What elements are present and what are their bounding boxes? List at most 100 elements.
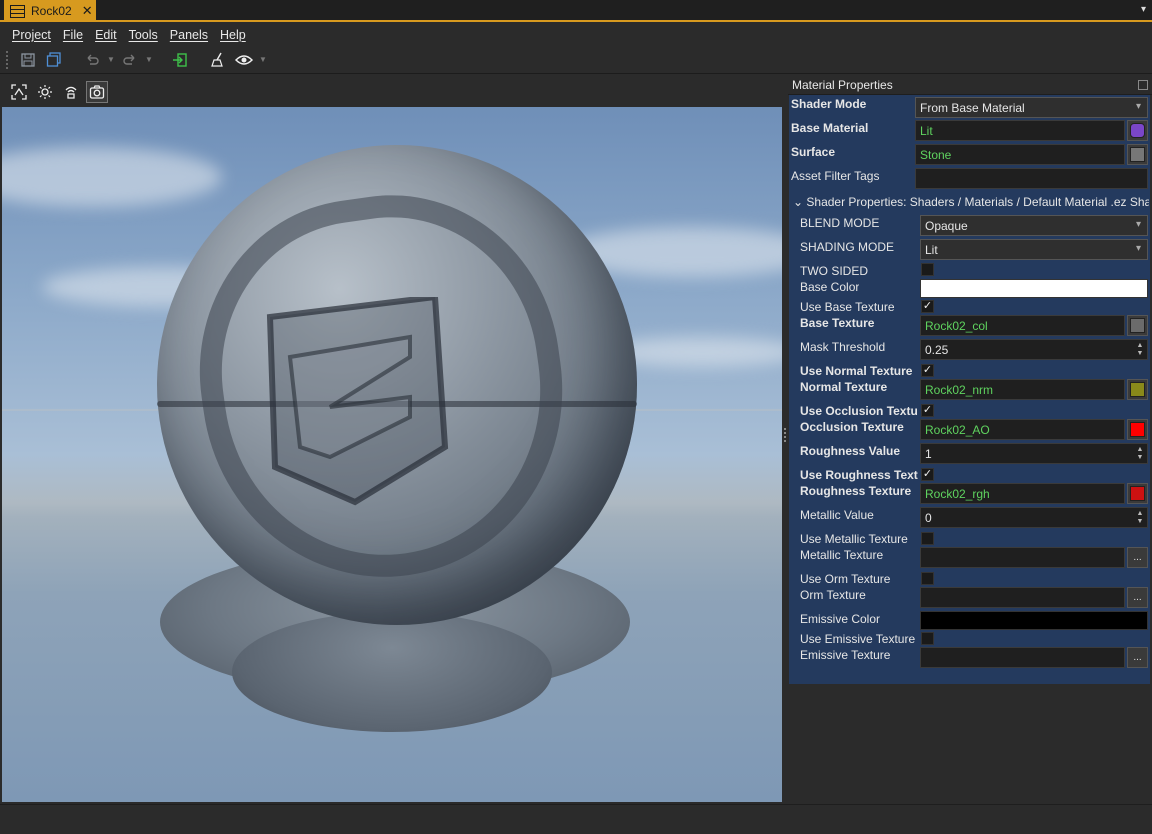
undo-icon[interactable] (81, 49, 103, 71)
export-icon[interactable] (169, 49, 191, 71)
engine-logo-emblem (266, 297, 449, 506)
shading-mode-label: SHADING MODE (800, 240, 895, 254)
two-sided-checkbox[interactable] (921, 263, 934, 276)
save-all-icon[interactable] (43, 49, 65, 71)
emissive-color-swatch[interactable] (920, 611, 1148, 630)
use-metallic-texture-checkbox[interactable] (921, 532, 934, 545)
roughness-value-input[interactable]: 1 ▲ ▼ (920, 443, 1148, 464)
base-color-swatch[interactable] (920, 279, 1148, 298)
spinner-arrows-icon[interactable]: ▲ ▼ (1134, 444, 1146, 463)
cloud (2, 147, 222, 207)
use-orm-texture-label: Use Orm Texture (800, 572, 891, 586)
menu-help[interactable]: Help (214, 28, 252, 42)
main-toolbar: ▼ ▼ ▼ (0, 46, 1152, 74)
roughness-texture-field[interactable]: Rock02_rgh (920, 483, 1125, 504)
material-preview-viewport[interactable] (2, 107, 782, 802)
emissive-texture-browse-button[interactable]: ... (1127, 647, 1148, 668)
roughness-texture-picker[interactable] (1127, 483, 1148, 504)
metallic-texture-browse-button[interactable]: ... (1127, 547, 1148, 568)
roughness-value: 1 (925, 446, 932, 461)
menu-bar: Project File Edit Tools Panels Help (0, 24, 1152, 45)
properties-grid: Shader Mode From Base Material Base Mate… (789, 95, 1150, 684)
base-color-label: Base Color (800, 280, 860, 294)
render-mode-icon[interactable] (60, 81, 82, 103)
emissive-texture-label: Emissive Texture (800, 648, 891, 662)
surface-label: Surface (791, 145, 836, 159)
viewport-toolbar (2, 78, 782, 106)
use-normal-texture-checkbox[interactable]: ✓ (921, 364, 934, 377)
use-emissive-texture-label: Use Emissive Texture (800, 632, 916, 646)
use-roughness-texture-label: Use Roughness Texture (800, 468, 918, 482)
asset-filter-tags-label: Asset Filter Tags (791, 169, 880, 183)
shader-mode-label: Shader Mode (791, 97, 867, 111)
use-base-texture-checkbox[interactable]: ✓ (921, 300, 934, 313)
visibility-icon[interactable] (233, 49, 255, 71)
use-orm-texture-checkbox[interactable] (921, 572, 934, 585)
save-icon[interactable] (17, 49, 39, 71)
status-bar (0, 804, 1152, 834)
mask-threshold-input[interactable]: 0.25 ▲ ▼ (920, 339, 1148, 360)
orm-texture-field[interactable] (920, 587, 1125, 608)
base-texture-label: Base Texture (800, 316, 875, 330)
camera-focus-icon[interactable] (8, 81, 30, 103)
panel-float-icon[interactable] (1138, 80, 1148, 90)
screenshot-icon[interactable] (86, 81, 108, 103)
splitter-grip[interactable] (784, 428, 787, 442)
asset-filter-tags-field[interactable] (915, 168, 1148, 189)
document-tab[interactable]: Rock02 ✕ (4, 0, 96, 22)
emissive-texture-field[interactable] (920, 647, 1125, 668)
base-material-picker[interactable] (1127, 120, 1148, 141)
menu-tools[interactable]: Tools (123, 28, 164, 42)
orm-texture-browse-button[interactable]: ... (1127, 587, 1148, 608)
tab-list-dropdown-icon[interactable]: ▾ (1141, 4, 1146, 15)
menu-edit[interactable]: Edit (89, 28, 123, 42)
surface-picker[interactable] (1127, 144, 1148, 165)
shading-mode-select[interactable]: Lit (920, 239, 1148, 260)
surface-field[interactable]: Stone (915, 144, 1125, 165)
visibility-dropdown-icon[interactable]: ▼ (259, 55, 267, 64)
roughness-texture-label: Roughness Texture (800, 484, 912, 498)
normal-texture-field[interactable]: Rock02_nrm (920, 379, 1125, 400)
use-roughness-texture-checkbox[interactable]: ✓ (921, 468, 934, 481)
menu-file[interactable]: File (57, 28, 89, 42)
spinner-arrows-icon[interactable]: ▲ ▼ (1134, 340, 1146, 359)
undo-dropdown-icon[interactable]: ▼ (107, 55, 115, 64)
redo-icon[interactable] (119, 49, 141, 71)
base-material-field[interactable]: Lit (915, 120, 1125, 141)
tab-title: Rock02 (31, 4, 72, 18)
collapse-chevron-icon[interactable]: ⌄ (793, 195, 806, 209)
metallic-texture-field[interactable] (920, 547, 1125, 568)
use-occlusion-texture-checkbox[interactable]: ✓ (921, 404, 934, 417)
close-icon[interactable]: ✕ (82, 3, 93, 19)
use-base-texture-label: Use Base Texture (800, 300, 895, 314)
shader-properties-group-header[interactable]: ⌄ Shader Properties: Shaders / Materials… (793, 195, 1149, 209)
light-icon[interactable] (34, 81, 56, 103)
spinner-arrows-icon[interactable]: ▲ ▼ (1134, 508, 1146, 527)
metallic-value: 0 (925, 510, 932, 525)
preview-pedestal-base (232, 612, 552, 732)
panel-title: Material Properties (788, 76, 1152, 95)
shader-mode-select[interactable]: From Base Material (915, 97, 1148, 118)
document-tab-bar: Rock02 ✕ ▾ (0, 0, 1152, 22)
base-texture-picker[interactable] (1127, 315, 1148, 336)
use-emissive-texture-checkbox[interactable] (921, 632, 934, 645)
clean-icon[interactable] (207, 49, 229, 71)
texture-thumbnail-icon (1130, 486, 1145, 501)
base-texture-field[interactable]: Rock02_col (920, 315, 1125, 336)
occlusion-texture-label: Occlusion Texture (800, 420, 904, 434)
blend-mode-select[interactable]: Opaque (920, 215, 1148, 236)
metallic-value-input[interactable]: 0 ▲ ▼ (920, 507, 1148, 528)
emissive-color-label: Emissive Color (800, 612, 881, 626)
mask-threshold-value: 0.25 (925, 342, 949, 357)
normal-texture-label: Normal Texture (800, 380, 888, 394)
occlusion-texture-field[interactable]: Rock02_AO (920, 419, 1125, 440)
redo-dropdown-icon[interactable]: ▼ (145, 55, 153, 64)
orm-texture-label: Orm Texture (800, 588, 866, 602)
menu-panels[interactable]: Panels (164, 28, 214, 42)
texture-thumbnail-icon (1130, 382, 1145, 397)
metallic-value-label: Metallic Value (800, 508, 874, 522)
occlusion-texture-picker[interactable] (1127, 419, 1148, 440)
normal-texture-picker[interactable] (1127, 379, 1148, 400)
menu-project[interactable]: Project (6, 28, 57, 42)
toolbar-grip[interactable] (6, 50, 9, 69)
